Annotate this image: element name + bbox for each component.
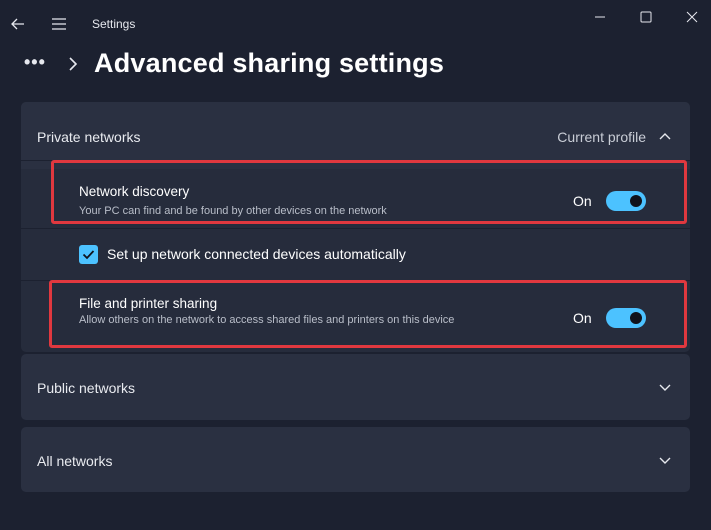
auto-setup-checkbox[interactable] bbox=[79, 245, 98, 264]
file-printer-sharing-description: Allow others on the network to access sh… bbox=[79, 314, 455, 326]
auto-setup-row: Set up network connected devices automat… bbox=[21, 228, 690, 280]
auto-setup-label[interactable]: Set up network connected devices automat… bbox=[107, 246, 406, 262]
network-discovery-row: Network discovery Your PC can find and b… bbox=[21, 160, 690, 228]
private-networks-section: Private networks Current profile Network… bbox=[21, 102, 690, 352]
chevron-down-icon[interactable] bbox=[658, 455, 672, 467]
maximize-icon[interactable] bbox=[634, 6, 658, 28]
hamburger-menu-icon[interactable] bbox=[49, 14, 69, 34]
network-discovery-toggle[interactable] bbox=[606, 191, 646, 211]
settings-window: Settings ••• Advanced sharing settings P… bbox=[0, 0, 711, 530]
app-title: Settings bbox=[92, 17, 136, 31]
network-discovery-title: Network discovery bbox=[79, 184, 190, 199]
toggle-knob bbox=[630, 195, 642, 207]
checkmark-icon bbox=[82, 250, 95, 260]
chevron-right-icon bbox=[69, 57, 78, 71]
toggle-knob bbox=[630, 312, 642, 324]
public-networks-label: Public networks bbox=[37, 380, 136, 396]
file-printer-sharing-title: File and printer sharing bbox=[79, 296, 218, 311]
all-networks-section[interactable]: All networks bbox=[21, 427, 690, 492]
back-arrow-icon[interactable] bbox=[8, 14, 28, 34]
close-icon[interactable] bbox=[680, 6, 704, 28]
current-profile-label: Current profile bbox=[557, 129, 646, 145]
page-title: Advanced sharing settings bbox=[94, 48, 445, 78]
public-networks-section[interactable]: Public networks bbox=[21, 354, 690, 420]
private-networks-label: Private networks bbox=[37, 129, 141, 145]
file-printer-sharing-row: File and printer sharing Allow others on… bbox=[21, 280, 690, 352]
all-networks-label: All networks bbox=[37, 453, 113, 469]
overflow-button[interactable]: ••• bbox=[24, 52, 46, 73]
file-printer-sharing-state: On bbox=[573, 310, 592, 326]
private-networks-header[interactable]: Private networks Current profile bbox=[21, 102, 690, 169]
network-discovery-state: On bbox=[573, 193, 592, 209]
file-printer-sharing-toggle[interactable] bbox=[606, 308, 646, 328]
minimize-icon[interactable] bbox=[588, 6, 612, 28]
title-bar: Settings bbox=[0, 0, 711, 46]
chevron-down-icon[interactable] bbox=[658, 382, 672, 394]
network-discovery-description: Your PC can find and be found by other d… bbox=[79, 205, 387, 217]
chevron-up-icon[interactable] bbox=[658, 130, 672, 142]
